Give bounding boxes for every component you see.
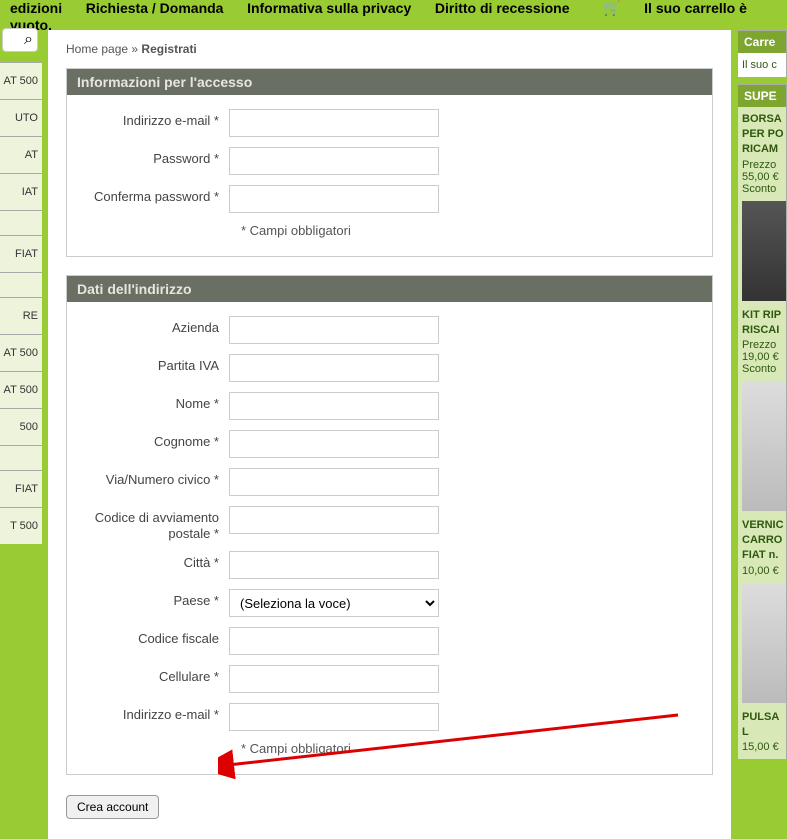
required-note: * Campi obbligatori (241, 223, 690, 238)
product-title[interactable]: RISCAI (742, 324, 782, 337)
product-old-price: 15,00 € (742, 741, 782, 753)
postcode-input[interactable] (229, 506, 439, 534)
top-nav: edizioni Richiesta / Domanda Informativa… (0, 0, 787, 24)
label-lastname: Cognome * (89, 430, 229, 450)
label-company: Azienda (89, 316, 229, 336)
cart-icon[interactable]: 🛒 (603, 0, 620, 16)
product-old-price: 10,00 € (742, 565, 782, 577)
product-image[interactable] (742, 583, 786, 703)
nav-link[interactable]: Informativa sulla privacy (247, 0, 411, 16)
mobile-input[interactable] (229, 665, 439, 693)
email-input[interactable] (229, 109, 439, 137)
main-content: Home page » Registrati Informazioni per … (48, 30, 731, 839)
search-icon[interactable]: ⌕ (24, 31, 33, 49)
category-link[interactable]: UTO (0, 99, 42, 136)
product-title[interactable]: PULSA (742, 711, 782, 724)
label-country: Paese * (89, 589, 229, 609)
panel-title: Dati dell'indirizzo (67, 276, 712, 302)
breadcrumb-home[interactable]: Home page (66, 42, 128, 56)
street-input[interactable] (229, 468, 439, 496)
category-link[interactable]: AT 500 (0, 334, 42, 371)
category-link[interactable]: FIAT (0, 235, 42, 272)
offers-box: SUPE BORSA PER PO RICAM Prezzo 55,00 € S… (737, 84, 787, 760)
label-email: Indirizzo e-mail * (89, 109, 229, 129)
nav-link[interactable]: Richiesta / Domanda (86, 0, 224, 16)
offers-box-title: SUPE (738, 85, 786, 107)
category-link[interactable]: AT 500 (0, 62, 42, 99)
password-input[interactable] (229, 147, 439, 175)
label-confirm-password: Conferma password * (89, 185, 229, 205)
category-link[interactable]: AT (0, 136, 42, 173)
firstname-input[interactable] (229, 392, 439, 420)
label-fiscal-code: Codice fiscale (89, 627, 229, 647)
category-link[interactable]: T 500 (0, 507, 42, 544)
product-price-label: Prezzo (742, 339, 782, 351)
category-link[interactable] (0, 272, 42, 297)
cart-box-body: Il suo c (738, 53, 786, 77)
fiscal-code-input[interactable] (229, 627, 439, 655)
product-title[interactable]: FIAT n. (742, 549, 782, 562)
product-image[interactable] (742, 381, 786, 511)
category-link[interactable]: RE (0, 297, 42, 334)
product-old-price: 19,00 € (742, 351, 782, 363)
email2-input[interactable] (229, 703, 439, 731)
product-price-label: Prezzo (742, 159, 782, 171)
product-title[interactable]: VERNIC (742, 519, 782, 532)
product-title[interactable]: CARRO (742, 534, 782, 547)
nav-link[interactable]: edizioni (10, 0, 62, 16)
category-link[interactable] (0, 210, 42, 235)
product-title[interactable]: RICAM (742, 143, 782, 156)
sidebar-right: Carre Il suo c SUPE BORSA PER PO RICAM P… (737, 30, 787, 766)
panel-address-data: Dati dell'indirizzo Azienda Partita IVA … (66, 275, 713, 775)
cart-box: Carre Il suo c (737, 30, 787, 78)
label-postcode: Codice di avviamento postale * (89, 506, 229, 541)
category-link[interactable]: IAT (0, 173, 42, 210)
cart-box-title: Carre (738, 31, 786, 53)
lastname-input[interactable] (229, 430, 439, 458)
vat-input[interactable] (229, 354, 439, 382)
category-link[interactable] (0, 445, 42, 470)
product-title[interactable]: KIT RIP (742, 309, 782, 322)
confirm-password-input[interactable] (229, 185, 439, 213)
product-image[interactable] (742, 201, 786, 301)
breadcrumb: Home page » Registrati (66, 42, 713, 56)
category-link[interactable]: 500 (0, 408, 42, 445)
label-street: Via/Numero civico * (89, 468, 229, 488)
sidebar-left: ⌕ AT 500 UTO AT IAT FIAT RE AT 500 AT 50… (0, 24, 42, 544)
breadcrumb-current: Registrati (141, 42, 196, 56)
product-discount: Sconto (742, 183, 782, 195)
product-discount: Sconto (742, 363, 782, 375)
search-box[interactable]: ⌕ (2, 28, 38, 52)
product-title[interactable]: PER PO (742, 128, 782, 141)
label-mobile: Cellulare * (89, 665, 229, 685)
product-title[interactable]: BORSA (742, 113, 782, 126)
category-link[interactable]: AT 500 (0, 371, 42, 408)
label-vat: Partita IVA (89, 354, 229, 374)
label-firstname: Nome * (89, 392, 229, 412)
country-select[interactable]: (Seleziona la voce) (229, 589, 439, 617)
create-account-button[interactable]: Crea account (66, 795, 159, 819)
label-password: Password * (89, 147, 229, 167)
product-old-price: 55,00 € (742, 171, 782, 183)
breadcrumb-sep: » (131, 42, 138, 56)
required-note: * Campi obbligatori (241, 741, 690, 756)
panel-access-info: Informazioni per l'accesso Indirizzo e-m… (66, 68, 713, 257)
city-input[interactable] (229, 551, 439, 579)
label-email2: Indirizzo e-mail * (89, 703, 229, 723)
category-link[interactable]: FIAT (0, 470, 42, 507)
label-city: Città * (89, 551, 229, 571)
nav-link[interactable]: Diritto di recessione (435, 0, 570, 16)
panel-title: Informazioni per l'accesso (67, 69, 712, 95)
company-input[interactable] (229, 316, 439, 344)
product-title[interactable]: L (742, 726, 782, 739)
